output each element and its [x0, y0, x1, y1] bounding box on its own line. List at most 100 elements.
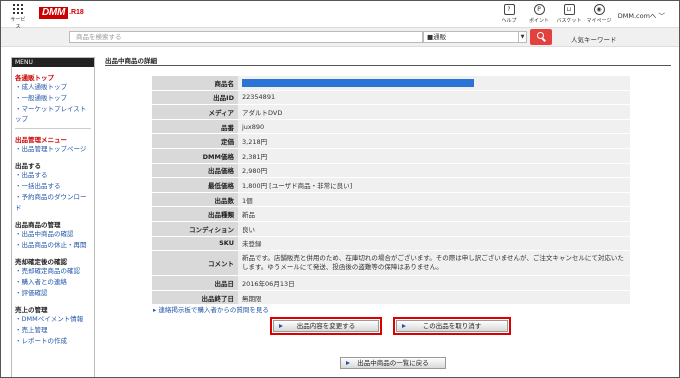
category-select[interactable]: ■通販 ▼: [423, 31, 527, 43]
row-value: アダルトDVD: [238, 105, 630, 119]
row-value: 未登録: [238, 236, 630, 251]
sidebar-link-listing-top[interactable]: ・出品管理トップページ: [15, 144, 91, 155]
sidebar-link-bulk-list[interactable]: ・一括出品する: [15, 181, 91, 192]
search-input[interactable]: 商品を検索する: [69, 31, 423, 43]
category-value: ■通販: [427, 33, 447, 41]
edit-button-label: 出品内容を変更する: [296, 322, 356, 330]
browser-frame: サービス DMM .R18 ? ヘルプ P ポイント ⊔ バスケット ◉ マイペ…: [0, 0, 680, 378]
row-value: 2,980円: [238, 163, 630, 178]
arrow-right-icon: [346, 361, 350, 365]
row-label: 最低価格: [152, 178, 238, 192]
sidebar-link-pause-resume[interactable]: ・出品商品の休止・再開: [15, 240, 91, 251]
services-menu[interactable]: サービス: [9, 4, 27, 30]
search-bar: 商品を検索する ■通販 ▼ 人気キーワード: [1, 28, 679, 47]
sidebar-link-active-items[interactable]: ・出品中商品の確認: [15, 229, 91, 240]
sidebar-menu: MENU 各通販トップ ・成人通販トップ ・一般通販トップ ・マーケットプレイス…: [11, 57, 95, 377]
popular-keywords-link[interactable]: 人気キーワード: [571, 34, 617, 44]
dmm-logo[interactable]: DMM: [39, 7, 68, 19]
sidebar-section-title: 出品管理メニュー: [15, 136, 67, 144]
table-row: 出品終了日 無期限: [152, 290, 630, 305]
product-name-redacted: [242, 78, 474, 87]
row-label: 出品数: [152, 192, 238, 207]
grid-icon: [13, 4, 23, 14]
sidebar-link-list[interactable]: ・出品する: [15, 170, 91, 181]
row-label: DMM価格: [152, 148, 238, 163]
table-row: 商品名: [152, 76, 630, 90]
row-value: 1個: [238, 192, 630, 207]
dmm-com-link[interactable]: DMM.comへ ﹀: [618, 10, 665, 20]
sidebar-link-buyer-contact[interactable]: ・購入者との連絡: [15, 277, 91, 288]
sidebar-section-title: 各通販トップ: [15, 74, 54, 82]
main-content: 出品中商品の詳細 商品名 出品ID 22354891 メディア アダルトDVD …: [105, 57, 671, 377]
row-value: 無期限: [238, 290, 630, 305]
basket-icon: ⊔: [563, 4, 575, 15]
table-row: 最低価格 1,800円 [ユーザド商品・非常に良い]: [152, 178, 630, 192]
edit-listing-button[interactable]: 出品内容を変更する: [273, 320, 379, 332]
logo-suffix: .R18: [69, 9, 84, 16]
mypage-button[interactable]: ◉ マイページ: [585, 4, 613, 24]
table-row: SKU 未登録: [152, 236, 630, 251]
mypage-icon: ◉: [593, 4, 605, 15]
row-value: 3,218円: [238, 134, 630, 148]
edit-button-highlight: 出品内容を変更する: [270, 317, 382, 335]
product-name-value: [238, 76, 630, 90]
table-row: コメント 新品です。店舗販売と併用のため、在庫切れの場合がございます。その際は申…: [152, 251, 630, 276]
help-button[interactable]: ? ヘルプ: [495, 4, 523, 24]
sidebar-link-adult-top[interactable]: ・成人通販トップ: [15, 82, 91, 93]
table-row: メディア アダルトDVD: [152, 105, 630, 119]
row-label: SKU: [152, 236, 238, 251]
row-value: 2016年06月13日: [238, 276, 630, 290]
table-row: 品番 jux890: [152, 119, 630, 134]
row-label: 商品名: [152, 76, 238, 90]
row-label: 出品終了日: [152, 290, 238, 305]
row-label: メディア: [152, 105, 238, 119]
row-value: 良い: [238, 221, 630, 236]
back-to-list-button[interactable]: 出品中商品の一覧に戻る: [340, 357, 446, 369]
row-label: コメント: [152, 251, 238, 276]
basket-label: バスケット: [556, 18, 582, 24]
help-icon: ?: [503, 4, 515, 15]
sidebar-link-reports[interactable]: ・レポートの作成: [15, 336, 91, 347]
row-label: コンディション: [152, 221, 238, 236]
table-row: 出品日 2016年06月13日: [152, 276, 630, 290]
row-label: 出品種類: [152, 207, 238, 221]
cancel-listing-button[interactable]: この出品を取り消す: [396, 320, 508, 332]
menu-heading: MENU: [12, 58, 94, 67]
row-label: 出品日: [152, 276, 238, 290]
arrow-right-icon: [279, 324, 283, 328]
sidebar-link-sales[interactable]: ・売上管理: [15, 325, 91, 336]
cancel-button-highlight: この出品を取り消す: [393, 317, 511, 335]
row-label: 出品価格: [152, 163, 238, 178]
comment-value: 新品です。店舗販売と併用のため、在庫切れの場合がございます。その際は申し訳ござい…: [238, 251, 630, 276]
table-row: 定価 3,218円: [152, 134, 630, 148]
row-label: 定価: [152, 134, 238, 148]
inquiry-board-link[interactable]: ▸ 連絡掲示板で購入者からの質問を見る: [153, 304, 269, 314]
table-row: 出品数 1個: [152, 192, 630, 207]
sidebar-section-title: 売却確定後の確認: [15, 258, 67, 266]
row-value: 1,800円 [ユーザド商品・非常に良い]: [238, 178, 630, 192]
sidebar-link-sold-items[interactable]: ・売却確定商品の確認: [15, 266, 91, 277]
row-value: 2,381円: [238, 148, 630, 163]
sidebar-section-title: 売上の管理: [15, 306, 48, 314]
table-row: 出品ID 22354891: [152, 90, 630, 105]
sidebar-section-title: 出品する: [15, 162, 41, 170]
arrow-right-icon: [402, 324, 406, 328]
points-button[interactable]: P ポイント: [525, 4, 553, 24]
cancel-button-label: この出品を取り消す: [422, 322, 482, 330]
search-button[interactable]: [530, 29, 552, 45]
top-header: サービス DMM .R18 ? ヘルプ P ポイント ⊔ バスケット ◉ マイペ…: [1, 1, 679, 30]
row-value: 新品: [238, 207, 630, 221]
sidebar-link-payment-info[interactable]: ・DMMペイメント情報: [15, 314, 91, 325]
listing-detail-table: 商品名 出品ID 22354891 メディア アダルトDVD 品番 jux890…: [152, 75, 630, 305]
basket-button[interactable]: ⊔ バスケット: [555, 4, 583, 24]
sidebar-link-preorder-download[interactable]: ・予約商品のダウンロード: [15, 192, 91, 214]
sidebar-link-general-top[interactable]: ・一般通販トップ: [15, 93, 91, 104]
row-value: 22354891: [238, 90, 630, 105]
help-label: ヘルプ: [501, 18, 517, 24]
mypage-label: マイページ: [586, 18, 612, 24]
sidebar-link-marketplace-top[interactable]: ・マーケットプレイストップ: [15, 104, 91, 124]
back-button-label: 出品中商品の一覧に戻る: [357, 359, 429, 367]
table-row: DMM価格 2,381円: [152, 148, 630, 163]
sidebar-link-ratings[interactable]: ・評価確認: [15, 288, 91, 299]
row-label: 出品ID: [152, 90, 238, 105]
